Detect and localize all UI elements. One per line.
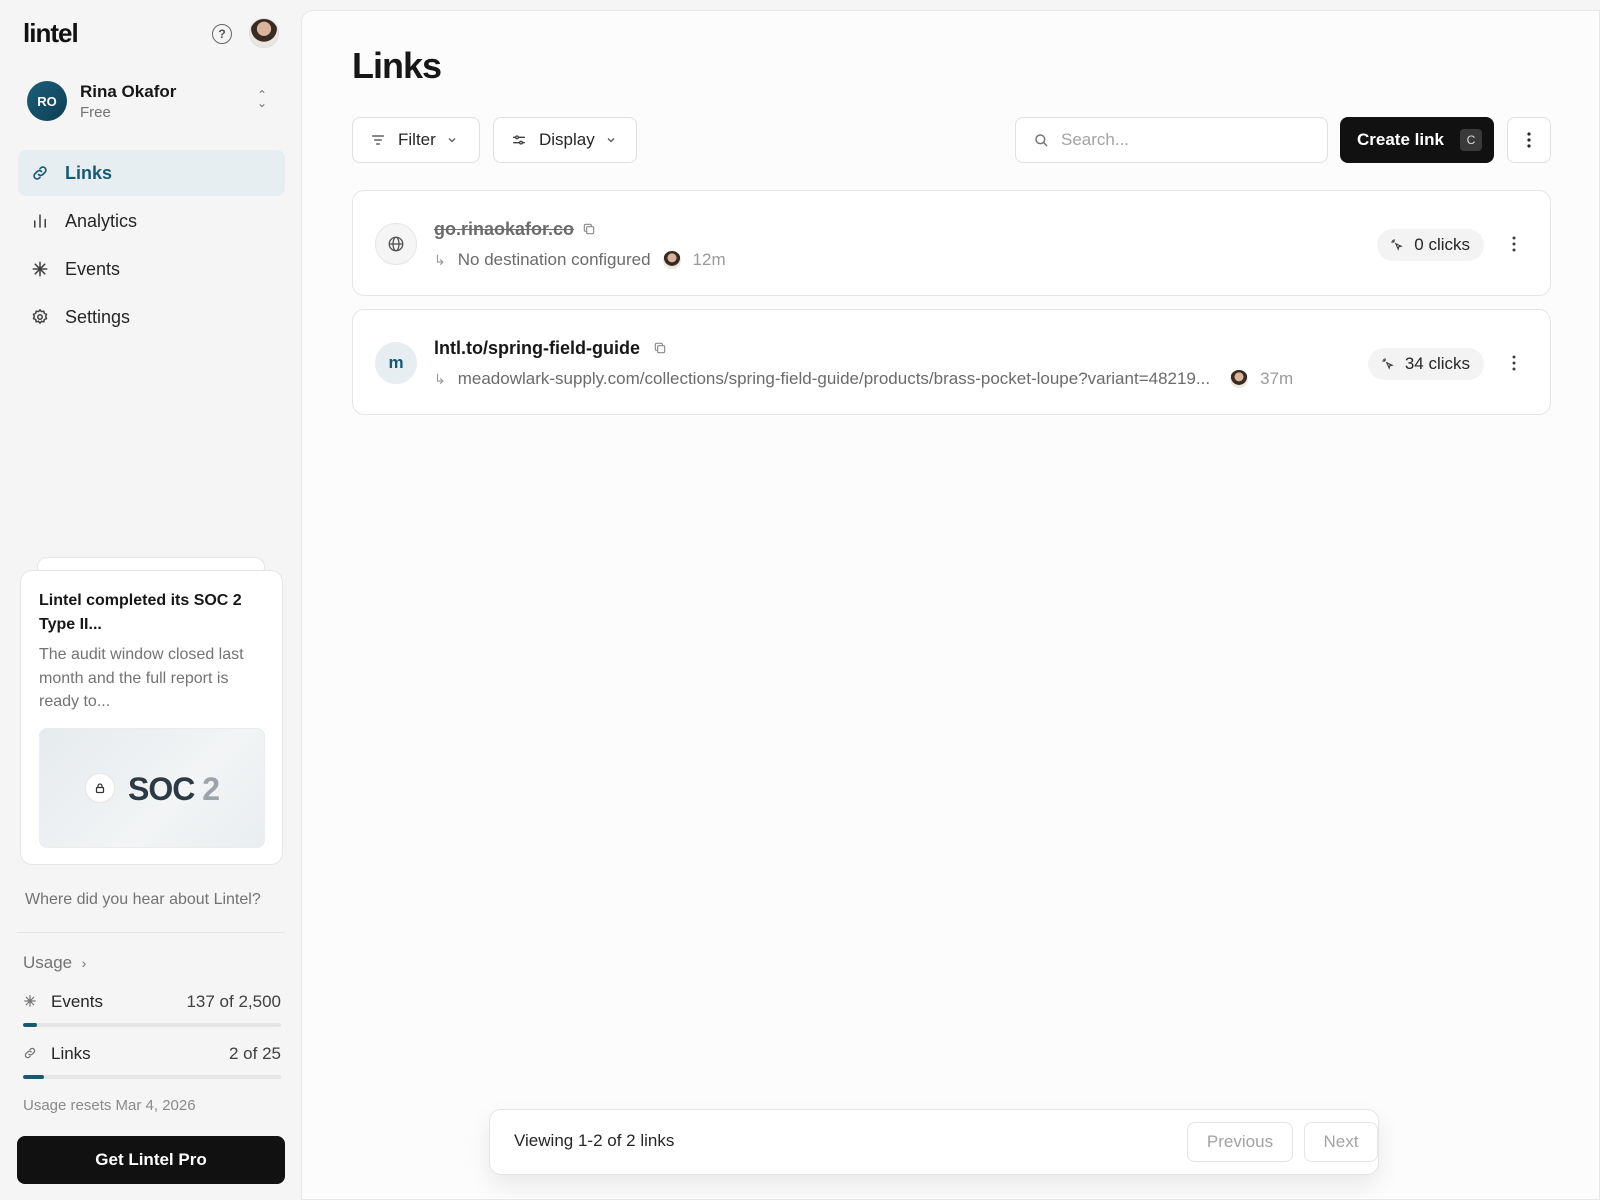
announcement-title: Lintel completed its SOC 2 Type II... — [39, 592, 242, 633]
user-avatar[interactable] — [249, 18, 279, 48]
help-icon[interactable]: ? — [212, 24, 232, 44]
more-vertical-icon — [1512, 355, 1516, 371]
corner-arrow-icon: ↳ — [434, 251, 446, 268]
sidebar-item-label: Settings — [65, 306, 131, 327]
display-label: Display — [539, 130, 595, 149]
favicon-letter: m — [375, 342, 417, 384]
globe-icon — [375, 223, 417, 265]
soc-badge-text: SOC 2 — [128, 771, 220, 807]
usage-link[interactable]: Usage › — [23, 953, 86, 973]
pagination-summary: Viewing 1-2 of 2 links — [514, 1131, 675, 1150]
usage-label: Links — [51, 1044, 91, 1063]
sliders-icon — [513, 135, 525, 145]
clicks-count: 0 clicks — [1414, 235, 1470, 254]
link-icon — [31, 164, 49, 182]
get-pro-button[interactable]: Get Lintel Pro — [17, 1136, 285, 1184]
link-age: 37m — [1260, 369, 1294, 388]
more-vertical-icon — [1527, 132, 1531, 148]
main-panel: Links Filter Display Create link C go.ri… — [301, 10, 1600, 1200]
search-input[interactable] — [1061, 130, 1311, 150]
destination-row: ↳ No destination configured 12m — [434, 249, 726, 271]
feedback-prompt[interactable]: Where did you hear about Lintel? — [25, 891, 261, 909]
link-more-button[interactable] — [1504, 350, 1524, 376]
previous-page-button[interactable]: Previous — [1187, 1122, 1293, 1162]
sidebar-item-label: Analytics — [65, 210, 138, 231]
copy-icon[interactable] — [582, 222, 598, 238]
filter-icon — [372, 135, 384, 145]
pagination-bar: Viewing 1-2 of 2 links Previous Next — [489, 1109, 1379, 1175]
corner-arrow-icon: ↳ — [434, 370, 446, 387]
clicks-badge[interactable]: 0 clicks — [1377, 229, 1484, 261]
chevron-right-icon: › — [81, 955, 87, 971]
brand-row: lintel ? — [23, 18, 281, 52]
sidebar-nav: Links Analytics Events Settings — [18, 150, 285, 342]
more-options-button[interactable] — [1507, 117, 1551, 163]
clicks-count: 34 clicks — [1404, 354, 1470, 373]
usage-label: Events — [51, 992, 103, 1011]
create-link-button[interactable]: Create link C — [1340, 117, 1494, 163]
destination-url[interactable]: No destination configured — [458, 250, 651, 270]
sidebar: lintel ? RO Rina Okafor Free ⌃ ⌄ Links An… — [0, 0, 300, 1200]
divider — [17, 932, 285, 933]
usage-value: 2 of 25 — [229, 1044, 281, 1063]
gear-icon — [31, 308, 49, 326]
short-url[interactable]: go.rinaokafor.co — [434, 219, 574, 240]
account-avatar: RO — [27, 81, 67, 121]
next-page-button[interactable]: Next — [1304, 1122, 1378, 1162]
display-button[interactable]: Display — [493, 117, 637, 163]
chevron-down-icon — [448, 138, 456, 143]
sidebar-item-label: Links — [65, 162, 113, 183]
short-url[interactable]: lntl.to/spring-field-guide — [434, 338, 640, 359]
announcement-body: The audit window closed last month and t… — [39, 646, 244, 710]
link-card[interactable]: m lntl.to/spring-field-guide ↳ meadowlar… — [352, 309, 1551, 415]
announcement-image: SOC 2 — [39, 728, 265, 848]
usage-bar — [23, 1075, 281, 1079]
cursor-click-icon — [1391, 239, 1404, 251]
usage-bar-fill — [23, 1075, 44, 1079]
account-plan: Free — [80, 104, 111, 121]
clicks-badge[interactable]: 34 clicks — [1367, 348, 1484, 380]
link-age: 12m — [692, 250, 726, 269]
sidebar-item-links[interactable]: Links — [18, 150, 285, 196]
link-more-button[interactable] — [1504, 231, 1524, 257]
sparkle-icon — [23, 994, 37, 1008]
usage-row-events: Events 137 of 2,500 — [23, 992, 281, 1036]
destination-row: ↳ meadowlark-supply.com/collections/spri… — [434, 368, 1293, 390]
page-title: Links — [352, 45, 442, 86]
logo[interactable]: lintel — [23, 18, 79, 49]
creator-avatar — [662, 251, 681, 269]
sidebar-item-analytics[interactable]: Analytics — [18, 198, 285, 244]
creator-avatar — [1230, 370, 1249, 388]
more-vertical-icon — [1512, 236, 1516, 252]
sidebar-item-label: Events — [65, 258, 121, 279]
usage-bar — [23, 1023, 281, 1027]
link-icon — [23, 1046, 37, 1060]
link-card[interactable]: go.rinaokafor.co ↳ No destination config… — [352, 190, 1551, 296]
account-switcher[interactable]: RO Rina Okafor Free ⌃ ⌄ — [17, 74, 285, 130]
usage-row-links: Links 2 of 25 — [23, 1044, 281, 1088]
keyboard-shortcut: C — [1460, 129, 1482, 151]
create-link-label: Create link — [1357, 130, 1444, 149]
chevron-down-icon — [607, 138, 615, 143]
sidebar-item-settings[interactable]: Settings — [18, 294, 285, 340]
account-name: Rina Okafor — [80, 82, 177, 101]
announcement-card[interactable]: Lintel completed its SOC 2 Type II... Th… — [20, 570, 283, 865]
chevron-up-down-icon: ⌃ ⌄ — [257, 88, 268, 110]
sidebar-item-events[interactable]: Events — [18, 246, 285, 292]
destination-url[interactable]: meadowlark-supply.com/collections/spring… — [458, 369, 1210, 389]
usage-value: 137 of 2,500 — [186, 992, 281, 1011]
usage-bar-fill — [23, 1023, 38, 1027]
cursor-click-icon — [1381, 358, 1394, 370]
copy-icon[interactable] — [653, 341, 669, 357]
bar-chart-icon — [31, 212, 49, 230]
sparkle-icon — [31, 260, 49, 278]
search-box[interactable] — [1015, 117, 1328, 163]
usage-resets-text: Usage resets Mar 4, 2026 — [23, 1097, 196, 1114]
lock-icon — [85, 773, 115, 803]
filter-button[interactable]: Filter — [352, 117, 480, 163]
filter-label: Filter — [398, 130, 436, 149]
search-icon — [1035, 134, 1048, 147]
